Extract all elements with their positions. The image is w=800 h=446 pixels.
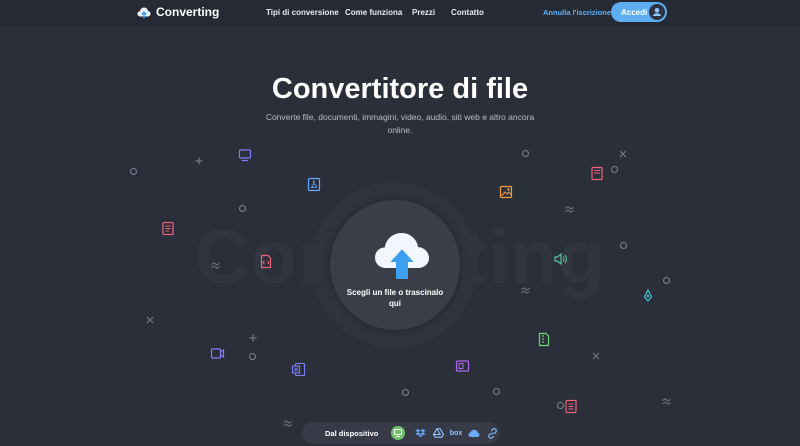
login-label: Accedi — [621, 7, 648, 17]
upload-source-bar: Dal dispositivo box — [302, 422, 500, 444]
cancel-subscription-link[interactable]: Annulla l'iscrizione — [543, 8, 611, 17]
plus-decor-icon — [195, 157, 203, 165]
cloud-upload-icon — [375, 233, 429, 279]
cross-decor-icon — [146, 316, 154, 324]
code-file-icon — [260, 254, 272, 269]
link-icon[interactable] — [485, 426, 499, 440]
spreadsheet-file-icon — [291, 362, 306, 377]
user-icon — [649, 4, 665, 20]
google-drive-icon[interactable] — [431, 426, 445, 440]
cross-decor-icon — [592, 352, 600, 360]
decor-circle — [522, 150, 529, 157]
decor-circle — [663, 277, 670, 284]
login-button[interactable]: Accedi — [611, 2, 667, 22]
box-icon[interactable]: box — [447, 426, 465, 440]
decor-circle — [130, 168, 137, 175]
video-file-icon — [210, 348, 225, 359]
wave-decor-icon — [211, 262, 220, 269]
decor-circle — [611, 166, 618, 173]
upload-instruction[interactable]: Scegli un file o trascinalo qui — [345, 287, 445, 309]
wave-decor-icon — [521, 287, 530, 294]
page-title: Convertitore di file — [271, 73, 529, 105]
cross-decor-icon — [619, 150, 627, 158]
presentation-file-icon — [455, 360, 470, 372]
archive-file-icon — [538, 332, 550, 347]
page-subtitle: Converte file, documenti, immagini, vide… — [265, 112, 535, 135]
monitor-file-icon — [238, 149, 252, 162]
from-device-label[interactable]: Dal dispositivo — [325, 429, 378, 438]
audio-file-icon — [554, 252, 567, 266]
decor-circle — [239, 205, 246, 212]
decor-circle — [620, 242, 627, 249]
image-file-icon — [499, 185, 513, 199]
nav-conversion-types[interactable]: Tipi di conversione — [266, 8, 339, 17]
cloud-logo-icon — [137, 7, 151, 18]
decor-circle — [249, 353, 256, 360]
nav-contact[interactable]: Contatto — [451, 8, 484, 17]
dropbox-icon[interactable] — [413, 426, 427, 440]
nav-pricing[interactable]: Prezzi — [412, 8, 435, 17]
wave-decor-icon — [565, 206, 574, 213]
brand-logo[interactable]: Converting — [137, 5, 219, 19]
font-file-icon — [565, 399, 577, 414]
brand-name: Converting — [156, 5, 220, 19]
ebook-file-icon — [591, 166, 603, 181]
pdf-file-icon — [307, 177, 321, 192]
nav-how-it-works[interactable]: Come funziona — [345, 8, 402, 17]
device-icon[interactable] — [391, 426, 405, 440]
page: Converting Tipi di conversione Come funz… — [0, 0, 800, 446]
onedrive-icon[interactable] — [467, 426, 481, 440]
top-navigation-bar: Converting Tipi di conversione Come funz… — [0, 0, 800, 26]
decor-circle — [557, 402, 564, 409]
decor-circle — [493, 388, 500, 395]
document-file-icon — [162, 221, 174, 236]
vector-file-icon — [643, 288, 653, 302]
wave-decor-icon — [662, 398, 671, 405]
wave-decor-icon — [283, 420, 292, 427]
plus-decor-icon — [249, 334, 257, 342]
decor-circle — [402, 389, 409, 396]
